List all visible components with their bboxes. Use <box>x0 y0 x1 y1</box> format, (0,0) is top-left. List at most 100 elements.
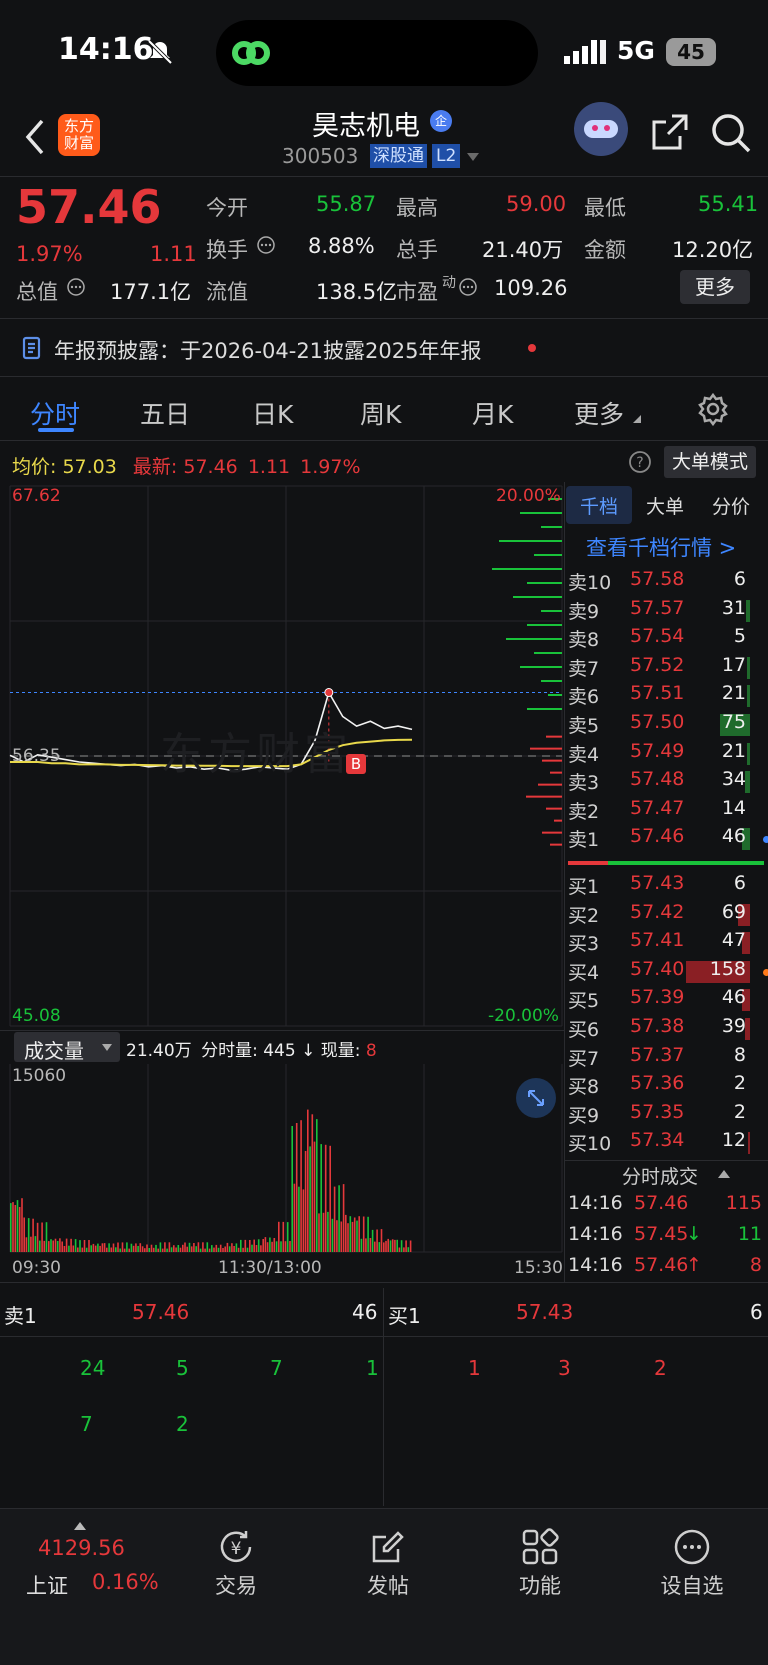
volume-bar <box>316 1119 318 1252</box>
volume-bar <box>25 1237 28 1252</box>
ask-row[interactable]: 卖4 57.49 21 <box>568 740 764 768</box>
ask-row[interactable]: 卖6 57.51 21 <box>568 682 764 710</box>
level-volume: 46 <box>721 825 746 848</box>
bid-row[interactable]: 买6 57.38 39 <box>568 1015 764 1043</box>
dropdown-arrow-icon[interactable] <box>466 152 480 162</box>
volume-bar <box>271 1241 273 1252</box>
more-button[interactable]: 更多 <box>680 270 750 304</box>
bid-row[interactable]: 买2 57.42 69 <box>568 901 764 929</box>
depth-bar-ask <box>534 652 562 654</box>
volume-bar <box>99 1245 101 1252</box>
queue-buy-volume: 6 <box>750 1300 763 1324</box>
share-icon[interactable] <box>650 112 690 152</box>
tab-price-distribution[interactable]: 分价 <box>712 492 750 519</box>
volume-bar <box>141 1246 144 1252</box>
sell-queue-order: 5 <box>176 1356 189 1380</box>
big-order-mode-button[interactable]: 大单模式 <box>664 446 756 478</box>
ask-row[interactable]: 卖3 57.48 34 <box>568 768 764 796</box>
volume-selector-label: 成交量 <box>24 1039 84 1063</box>
ask-row[interactable]: 卖8 57.54 5 <box>568 625 764 653</box>
current-price: 57.46 <box>16 180 162 234</box>
expand-chart-button[interactable] <box>516 1078 556 1118</box>
depth-bar-bid <box>538 783 562 786</box>
view-full-depth-link[interactable]: 查看千档行情 > <box>586 532 736 562</box>
nav-watchlist[interactable]: 设自选 <box>642 1570 742 1600</box>
ask-row[interactable]: 卖10 57.58 6 <box>568 568 764 596</box>
volume-bar <box>14 1205 17 1252</box>
nav-post[interactable]: 发帖 <box>338 1570 438 1600</box>
volume-bar <box>184 1242 186 1252</box>
bid-row[interactable]: 买10 57.34 12 <box>568 1129 764 1157</box>
volume-bar <box>304 1151 307 1252</box>
level-volume: 34 <box>721 768 746 791</box>
tab-monthly-k[interactable]: 月K <box>472 395 513 431</box>
post-edit-icon[interactable] <box>368 1527 408 1567</box>
volume-bar <box>23 1217 25 1252</box>
level-price: 57.58 <box>630 568 685 590</box>
tab-weekly-k[interactable]: 周K <box>360 395 401 431</box>
depth-bar-ask <box>520 666 562 668</box>
watchlist-more-icon[interactable] <box>672 1527 712 1567</box>
bid-row[interactable]: 买5 57.39 46 <box>568 986 764 1014</box>
collapse-arrow-icon[interactable] <box>718 1170 730 1178</box>
trade-yen-icon[interactable]: ¥ <box>216 1527 256 1567</box>
depth-bar-ask <box>520 512 562 514</box>
bid-row[interactable]: 买4 57.40 158 <box>568 958 768 986</box>
level-price: 57.35 <box>630 1100 685 1123</box>
app-logo[interactable]: 东方 财富 <box>58 114 100 156</box>
back-arrow-icon[interactable] <box>24 118 46 156</box>
bid-row[interactable]: 买9 57.35 2 <box>568 1101 764 1129</box>
volume-bar <box>242 1247 244 1252</box>
ask-row[interactable]: 卖1 57.46 46 <box>568 825 768 853</box>
index-value[interactable]: 4129.56 <box>38 1536 125 1560</box>
bid-row[interactable]: 买1 57.43 6 <box>568 872 764 900</box>
ask-row[interactable]: 卖7 57.52 17 <box>568 654 764 682</box>
ask-row[interactable]: 卖2 57.47 14 <box>568 797 764 825</box>
tab-more[interactable]: 更多 <box>574 395 624 431</box>
volume-bar <box>273 1238 276 1252</box>
volume-bar <box>383 1242 385 1252</box>
help-icon[interactable]: ? <box>628 450 652 474</box>
level-price: 57.47 <box>630 796 685 819</box>
settings-gear-icon[interactable] <box>696 392 730 426</box>
depth-bar-ask <box>499 540 562 542</box>
tab-five-day[interactable]: 五日 <box>140 395 190 431</box>
volume-bar <box>144 1248 146 1252</box>
volume-bar <box>157 1248 159 1252</box>
volume-chart[interactable] <box>0 1062 564 1256</box>
level-price: 57.42 <box>630 900 685 923</box>
annual-report-notice[interactable]: 年报预披露：于2026-04-21披露2025年年报 <box>0 320 768 376</box>
pe-sup: 动 <box>442 275 456 291</box>
bid-row[interactable]: 买8 57.36 2 <box>568 1072 764 1100</box>
volume-bar <box>211 1245 213 1252</box>
volume-selector[interactable]: 成交量 <box>14 1032 120 1063</box>
volume-bar <box>18 1207 21 1252</box>
volume-bar <box>108 1243 110 1252</box>
search-icon[interactable] <box>710 112 752 154</box>
volume-bar <box>213 1247 215 1252</box>
volume-bar <box>233 1246 235 1252</box>
volume-bar <box>106 1247 108 1252</box>
tab-thousand-level[interactable]: 千档 <box>580 492 618 519</box>
nav-functions[interactable]: 功能 <box>490 1570 590 1600</box>
volume-bar <box>190 1246 193 1252</box>
bid-row[interactable]: 买7 57.37 8 <box>568 1044 764 1072</box>
info-icon[interactable] <box>66 277 86 297</box>
ask-row[interactable]: 卖9 57.57 31 <box>568 597 764 625</box>
bid-row[interactable]: 买3 57.41 47 <box>568 929 764 957</box>
functions-grid-icon[interactable] <box>520 1527 560 1567</box>
tab-intraday[interactable]: 分时 <box>30 395 80 431</box>
tab-big-order[interactable]: 大单 <box>646 492 684 519</box>
info-icon[interactable] <box>458 277 478 297</box>
index-pct[interactable]: 0.16% <box>92 1570 159 1594</box>
info-icon[interactable] <box>256 235 276 255</box>
volume-bar <box>21 1198 23 1252</box>
ask-row[interactable]: 卖5 57.50 75 <box>568 711 764 739</box>
nav-trade[interactable]: 交易 <box>186 1570 286 1600</box>
assistant-avatar[interactable] <box>574 102 628 156</box>
ratio-bar-red <box>568 861 608 865</box>
level-price: 57.48 <box>630 768 685 791</box>
index-name[interactable]: 上证 <box>26 1570 68 1600</box>
status-time: 14:16 <box>58 32 154 67</box>
tab-daily-k[interactable]: 日K <box>252 395 293 431</box>
